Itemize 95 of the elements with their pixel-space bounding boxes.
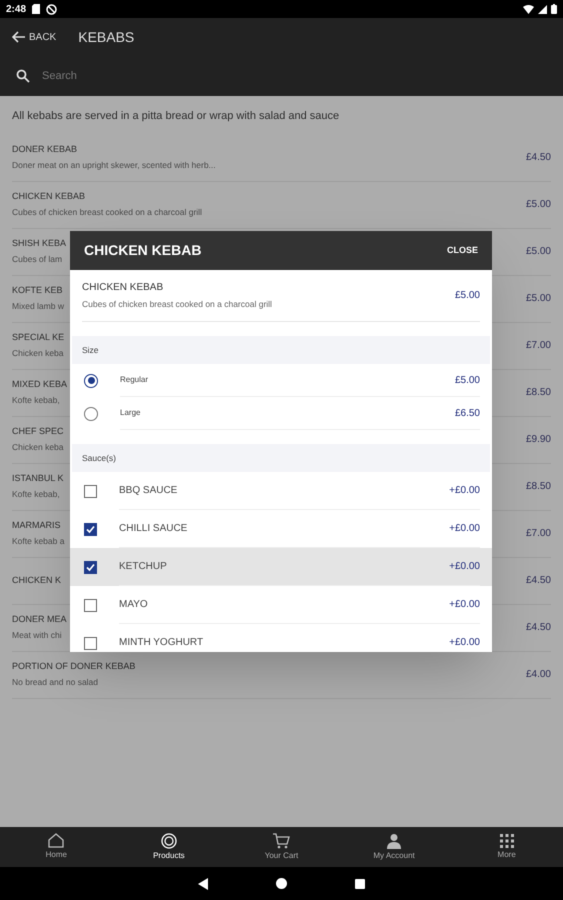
- item-description: Mixed lamb w: [12, 300, 64, 314]
- option-price: +£0.00: [449, 522, 480, 536]
- back-button[interactable]: BACK: [12, 30, 56, 44]
- circle-badge-icon: [160, 832, 177, 848]
- back-triangle-icon[interactable]: [198, 878, 208, 890]
- signal-icon: [538, 4, 547, 14]
- back-arrow-icon: [12, 31, 25, 43]
- sd-card-icon: [32, 4, 40, 14]
- grid-icon: [500, 834, 514, 848]
- item-price: £8.50: [526, 480, 551, 494]
- close-button[interactable]: CLOSE: [446, 244, 478, 258]
- page-title: KEBABS: [78, 28, 134, 46]
- nav-tab[interactable]: More: [450, 827, 563, 867]
- checkbox[interactable]: [84, 636, 97, 650]
- blocked-icon: [46, 4, 58, 14]
- item-name: CHICKEN K: [12, 574, 62, 587]
- option-price: £6.50: [454, 406, 480, 420]
- item-price: £7.00: [526, 527, 551, 541]
- item-name: SPECIAL KE: [12, 330, 64, 344]
- home-circle-icon[interactable]: [276, 878, 287, 889]
- item-price: £5.00: [526, 245, 551, 259]
- item-description: Chicken keba: [12, 441, 64, 454]
- product-description: Cubes of chicken breast cooked on a charcoal grill: [82, 298, 272, 311]
- item-name: MIXED KEBA: [12, 378, 68, 391]
- checkbox[interactable]: [84, 598, 97, 612]
- item-price: £8.50: [526, 386, 551, 400]
- radio-option[interactable]: Large £6.50: [70, 397, 492, 430]
- checkbox[interactable]: [84, 484, 97, 498]
- item-name: DONER KEBAB: [12, 142, 78, 156]
- item-description: No bread and no salad: [12, 676, 100, 690]
- option-label: MINTH YOGHURT: [119, 636, 204, 650]
- item-price: £5.00: [526, 198, 551, 212]
- nav-tab[interactable]: Products: [112, 827, 226, 867]
- option-label: BBQ SAUCE: [119, 484, 178, 498]
- checkbox-option[interactable]: MINTH YOGHURT +£0.00: [70, 624, 492, 652]
- item-name: KOFTE KEB: [12, 284, 64, 297]
- product-name: CHICKEN KEBAB: [82, 281, 164, 296]
- item-price: £9.90: [526, 433, 551, 447]
- item-description: Kofte kebab,: [12, 394, 61, 408]
- item-description: Cubes of chicken breast cooked on a charcoal grill: [12, 206, 202, 220]
- option-group-header: Size: [72, 336, 490, 364]
- option-group-header: Sauce(s): [72, 444, 490, 472]
- radio-button[interactable]: [84, 406, 98, 420]
- option-label: Regular: [120, 374, 148, 386]
- item-price: £5.00: [526, 292, 551, 306]
- option-price: +£0.00: [449, 636, 480, 650]
- checkbox-option[interactable]: BBQ SAUCE +£0.00: [70, 472, 492, 510]
- item-description: Cubes of lam: [12, 253, 64, 266]
- item-name: DONER MEA: [12, 612, 67, 626]
- checkbox-option[interactable]: CHILLI SAUCE +£0.00: [70, 510, 492, 548]
- item-name: ISTANBUL K: [12, 472, 64, 485]
- item-price: £4.00: [526, 668, 551, 682]
- radio-button[interactable]: [84, 374, 98, 388]
- item-name: MARMARIS: [12, 518, 62, 532]
- product-price: £5.00: [454, 289, 480, 303]
- house-icon: [48, 833, 64, 848]
- checkbox[interactable]: [84, 522, 97, 536]
- option-price: £5.00: [454, 374, 480, 388]
- item-description: Doner meat on an upright skewer, scented with herb...: [12, 159, 216, 172]
- category-note: All kebabs are served in a pitta bread or wrap with salad and sauce: [11, 109, 340, 124]
- item-name: SHISH KEBA: [12, 236, 66, 250]
- item-description: Kofte kebab,: [12, 488, 61, 502]
- option-price: +£0.00: [449, 560, 480, 574]
- option-price: +£0.00: [449, 598, 480, 612]
- checkbox[interactable]: [84, 560, 97, 574]
- item-price: £4.50: [526, 621, 551, 635]
- nav-tab[interactable]: My Account: [338, 827, 450, 867]
- wifi-icon: [523, 4, 534, 14]
- nav-tab[interactable]: Home: [0, 827, 113, 867]
- option-label: KETCHUP: [119, 560, 167, 574]
- search-icon: [16, 69, 30, 83]
- person-icon: [386, 832, 402, 848]
- item-price: £4.50: [526, 574, 551, 588]
- recents-square-icon[interactable]: [355, 878, 365, 888]
- option-label: Large: [120, 407, 140, 419]
- option-price: +£0.00: [449, 484, 480, 498]
- option-label: MAYO: [119, 598, 148, 612]
- item-description: Meat with chi: [12, 629, 63, 642]
- search-field[interactable]: Search: [42, 68, 547, 84]
- status-time: 2:48: [6, 2, 26, 16]
- option-label: CHILLI SAUCE: [119, 522, 188, 536]
- item-price: £4.50: [526, 151, 551, 165]
- dialog-title: CHICKEN KEBAB: [84, 241, 202, 260]
- radio-option[interactable]: Regular £5.00: [70, 364, 492, 397]
- item-description: Chicken keba: [12, 347, 64, 360]
- battery-icon: [551, 4, 557, 14]
- item-name: PORTION OF DONER KEBAB: [12, 660, 136, 673]
- nav-tab[interactable]: Your Cart: [225, 827, 338, 867]
- cart-icon: [272, 832, 290, 848]
- item-description: Kofte kebab a: [12, 535, 64, 548]
- item-name: CHEF SPEC: [12, 424, 64, 438]
- item-name: CHICKEN KEBAB: [12, 190, 86, 203]
- item-price: £7.00: [526, 339, 551, 353]
- checkbox-option[interactable]: KETCHUP +£0.00: [70, 548, 492, 586]
- checkbox-option[interactable]: MAYO +£0.00: [70, 586, 492, 624]
